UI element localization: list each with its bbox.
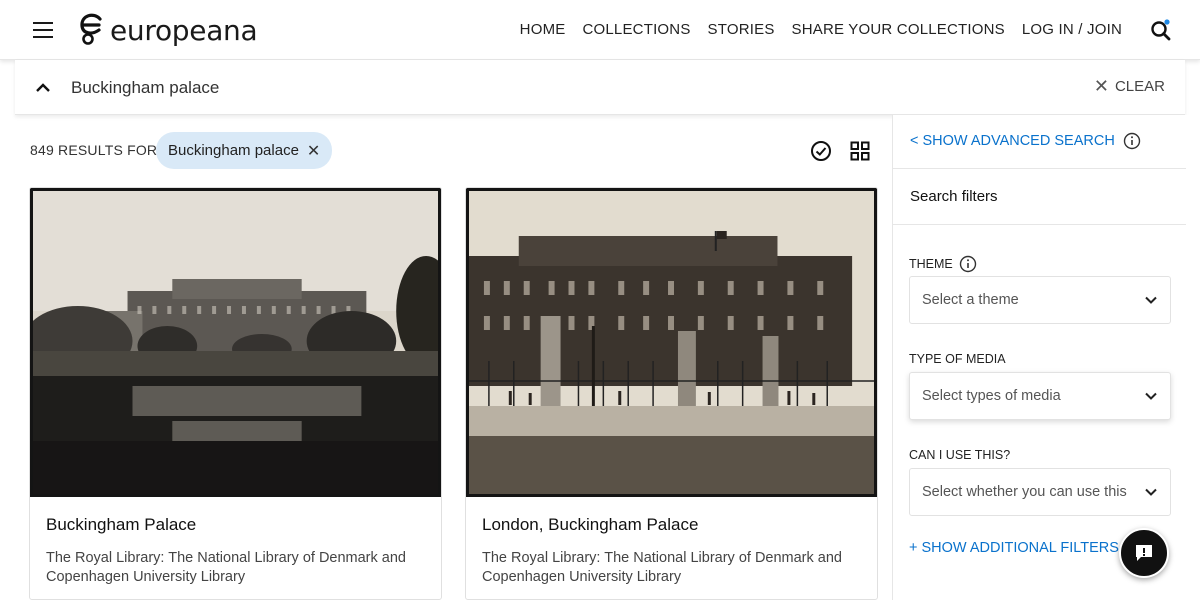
search-term-chip[interactable]: Buckingham palace ✕ (156, 132, 333, 169)
europeana-logo-icon (80, 13, 102, 45)
info-icon[interactable] (959, 255, 977, 273)
filter-label-can-i-use-this: Can I use this? (909, 448, 1010, 462)
filter-label-text: Type of media (909, 352, 1006, 366)
info-icon[interactable] (1123, 132, 1141, 150)
filter-label-type-of-media: Type of media (909, 352, 1006, 366)
result-thumbnail[interactable] (30, 188, 441, 497)
divider (893, 224, 1186, 225)
result-provider: The Royal Library: The National Library … (482, 550, 842, 585)
nav-collections[interactable]: Collections (582, 21, 690, 38)
search-filters-sidebar: < Show advanced search Search filters Th… (892, 115, 1200, 600)
nav-log-in-join[interactable]: Log in / Join (1022, 21, 1122, 38)
buckingham-palace-photo (33, 191, 438, 494)
chevron-down-icon (1145, 392, 1157, 400)
type-of-media-select[interactable]: Select types of media (909, 372, 1171, 420)
notification-dot (1164, 19, 1170, 25)
show-advanced-search-link[interactable]: < Show advanced search (910, 132, 1141, 150)
chevron-up-icon[interactable] (35, 80, 51, 96)
search-bar: Buckingham palace ✕ Clear (15, 60, 1185, 115)
grid-view-icon[interactable] (850, 141, 870, 161)
view-toggle (810, 140, 870, 162)
site-header: europeana Home Collections Stories Share… (0, 0, 1200, 60)
nav-stories[interactable]: Stories (708, 21, 775, 38)
result-title[interactable]: Buckingham Palace (46, 515, 196, 535)
close-icon[interactable]: ✕ (307, 141, 320, 161)
result-title[interactable]: London, Buckingham Palace (482, 515, 698, 535)
advanced-search-label: < Show advanced search (910, 133, 1115, 149)
result-provider: The Royal Library: The National Library … (46, 550, 406, 585)
select-placeholder: Select types of media (922, 388, 1061, 404)
nav-home[interactable]: Home (520, 21, 566, 38)
results-count: 849 results for (30, 142, 158, 158)
feedback-button[interactable] (1119, 528, 1169, 578)
result-thumbnail[interactable] (466, 188, 877, 497)
show-additional-filters-link[interactable]: + Show additional filters (909, 540, 1119, 556)
select-placeholder: Select a theme (922, 292, 1019, 308)
close-icon: ✕ (1093, 76, 1109, 96)
check-circle-icon[interactable] (810, 140, 832, 162)
logo-text: europeana (110, 13, 258, 47)
can-i-use-this-select[interactable]: Select whether you can use this (909, 468, 1171, 516)
chevron-down-icon (1145, 296, 1157, 304)
filter-label-theme: Theme (909, 255, 977, 273)
result-card[interactable]: London, Buckingham Palace The Royal Libr… (465, 187, 878, 600)
main-nav: Home Collections Stories Share your coll… (520, 21, 1122, 38)
clear-button[interactable]: ✕ Clear (1094, 77, 1165, 95)
london-buckingham-palace-photo (469, 191, 874, 494)
divider (893, 168, 1186, 169)
theme-select[interactable]: Select a theme (909, 276, 1171, 324)
filter-label-text: Theme (909, 257, 953, 271)
search-icon[interactable] (1150, 19, 1172, 41)
clear-label: Clear (1114, 77, 1165, 95)
select-placeholder: Select whether you can use this (922, 484, 1127, 500)
nav-share-your-collections[interactable]: Share your collections (792, 21, 1005, 38)
chevron-down-icon (1145, 488, 1157, 496)
filter-label-text: Can I use this? (909, 448, 1011, 462)
menu-icon[interactable] (33, 22, 53, 38)
europeana-logo[interactable]: europeana (78, 12, 258, 48)
result-card[interactable]: Buckingham Palace The Royal Library: The… (29, 187, 442, 600)
chat-feedback-icon (1136, 545, 1152, 561)
filters-title: Search filters (910, 188, 998, 205)
search-input[interactable]: Buckingham palace (71, 78, 219, 98)
chip-label: Buckingham palace (168, 142, 299, 159)
